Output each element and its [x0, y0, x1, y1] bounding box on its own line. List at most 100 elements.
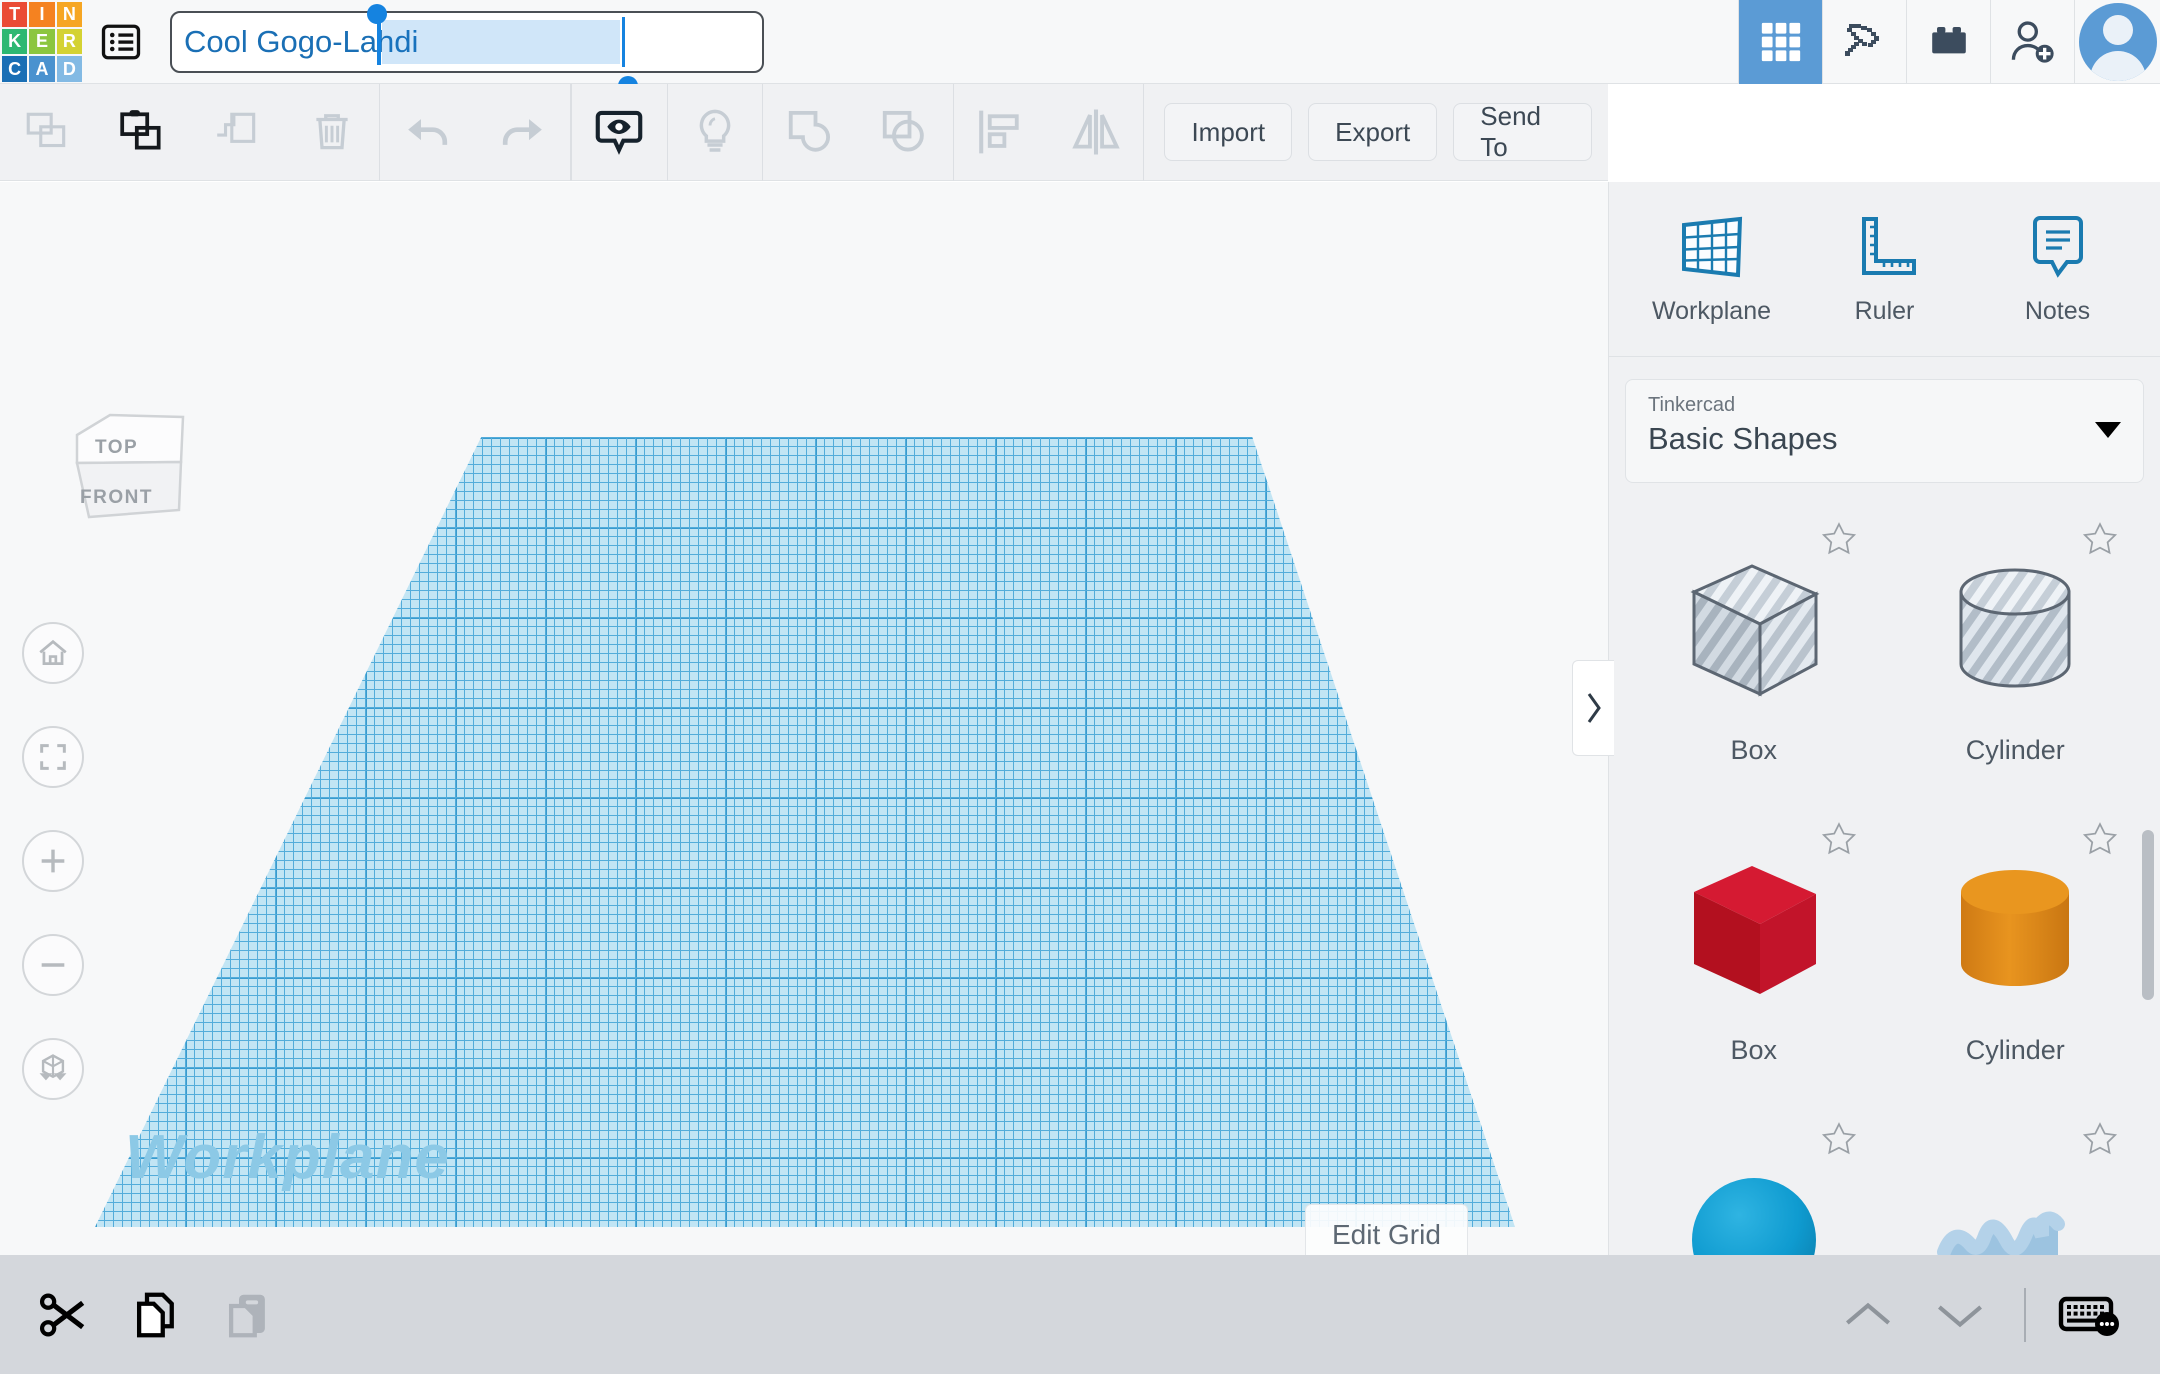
tinkercad-app: T I N K E R C A D Cool Gogo-Lahdi Import… — [0, 0, 2160, 1374]
toolbar-undo-button[interactable] — [380, 84, 475, 181]
logo-tile: C — [2, 56, 28, 82]
toolbar-highlight-button[interactable] — [668, 84, 763, 181]
favorite-star-icon[interactable] — [1819, 820, 1859, 858]
delete-icon — [316, 114, 348, 150]
notes-bubble-icon — [2032, 215, 2083, 278]
workplane-grid — [95, 437, 1515, 1227]
header-icon-invite[interactable] — [1990, 0, 2074, 84]
undo-icon — [407, 119, 447, 145]
bottom-paste-button[interactable] — [202, 1255, 294, 1374]
edit-grid-button[interactable]: Edit Grid — [1305, 1204, 1468, 1255]
toolbar-show-hide-button[interactable] — [572, 84, 667, 181]
shape-art-box-solid — [1669, 847, 1839, 1017]
chevron-up-icon — [1846, 1302, 1890, 1325]
bottom-prev-button[interactable] — [1822, 1255, 1914, 1374]
toolbar-ungroup-button[interactable] — [858, 84, 953, 181]
header-right-group — [1738, 0, 2160, 84]
shape-cylinder-hole[interactable]: Cylinder — [1885, 506, 2147, 806]
shapes-scroll-area[interactable]: Box Cylinder Box Cylinder — [1609, 500, 2160, 1255]
shape-box-red[interactable]: Box — [1623, 806, 1885, 1106]
workplane-tool[interactable]: Workplane — [1629, 213, 1794, 326]
toolbar-action-buttons: Import Export Send To — [1144, 101, 1608, 162]
add-person-icon — [2011, 20, 2054, 63]
shape-label: Box — [1730, 734, 1778, 765]
shape-scribble-blue[interactable] — [1885, 1106, 2147, 1255]
lightbulb-icon — [699, 109, 731, 152]
toolbar-paste-button[interactable] — [95, 84, 190, 181]
header-icon-blocks[interactable] — [1906, 0, 1990, 84]
list-menu-button[interactable] — [84, 0, 158, 84]
favorite-star-icon[interactable] — [2080, 1120, 2120, 1158]
bottom-cut-button[interactable] — [18, 1255, 110, 1374]
selection-handle-start[interactable] — [367, 3, 387, 24]
workplane-watermark: Workplane — [125, 1123, 450, 1192]
duplicate-icon — [217, 112, 256, 143]
design-title-input[interactable] — [170, 10, 764, 73]
bottom-next-button[interactable] — [1914, 1255, 2006, 1374]
workplane-tool-label: Workplane — [1651, 296, 1772, 325]
shape-art-cylinder-solid — [1930, 847, 2100, 1017]
paste-icon — [120, 110, 161, 150]
library-value: Basic Shapes — [1648, 421, 1838, 456]
projection-toggle-button[interactable] — [22, 1038, 84, 1100]
keyboard-button[interactable] — [2044, 1255, 2136, 1374]
workplane[interactable]: Workplane — [95, 437, 1515, 1227]
shape-library-select[interactable]: Tinkercad Basic Shapes — [1625, 379, 2144, 483]
lego-brick-icon — [1931, 26, 1966, 53]
favorite-star-icon[interactable] — [1819, 1120, 1859, 1158]
shape-cylinder-orange[interactable]: Cylinder — [1885, 806, 2147, 1106]
align-icon — [979, 110, 1019, 154]
shape-art-cylinder-striped — [1930, 547, 2100, 717]
text-caret — [622, 16, 625, 67]
main-toolbar: Import Export Send To — [0, 83, 1608, 181]
logo-tile: R — [56, 28, 82, 55]
list-menu-icon — [101, 24, 141, 59]
design-canvas[interactable]: TOP FRONT Workplane Edit Grid — [0, 182, 1608, 1255]
favorite-star-icon[interactable] — [2080, 820, 2120, 858]
shape-art-sphere-solid — [1669, 1162, 1839, 1255]
toolbar-delete-button[interactable] — [284, 84, 379, 181]
shape-label: Cylinder — [1965, 734, 2065, 765]
ruler-icon — [1861, 216, 1916, 275]
user-avatar — [2078, 2, 2157, 81]
favorite-star-icon[interactable] — [2080, 520, 2120, 558]
panel-scrollbar[interactable] — [2142, 830, 2154, 1000]
toolbar-align-button[interactable] — [954, 84, 1049, 181]
fit-view-button[interactable] — [22, 726, 84, 788]
notes-tool[interactable]: Notes — [1975, 213, 2140, 326]
fit-frame-icon — [40, 744, 66, 770]
tinkercad-logo[interactable]: T I N K E R C A D — [0, 0, 84, 84]
home-view-button[interactable] — [22, 622, 84, 684]
show-hide-eye-icon — [595, 110, 643, 155]
send-to-button[interactable]: Send To — [1453, 101, 1592, 162]
import-button[interactable]: Import — [1164, 103, 1293, 161]
logo-tile: N — [56, 1, 82, 27]
toolbar-mirror-button[interactable] — [1049, 84, 1144, 181]
design-title-wrapper — [170, 3, 764, 96]
logo-tile: I — [29, 1, 55, 27]
toolbar-redo-button[interactable] — [475, 84, 570, 181]
header-icon-3d-designs[interactable] — [1738, 0, 1822, 84]
favorite-star-icon[interactable] — [1819, 520, 1859, 558]
ruler-tool-label: Ruler — [1854, 296, 1915, 325]
home-icon — [39, 639, 67, 665]
chevron-right-icon — [1587, 693, 1601, 723]
toolbar-copy-button[interactable] — [0, 84, 95, 181]
toolbar-group-button[interactable] — [763, 84, 858, 181]
panel-collapse-handle[interactable] — [1572, 660, 1614, 756]
shape-sphere-blue[interactable] — [1623, 1106, 1885, 1255]
cut-scissors-icon — [39, 1293, 85, 1336]
account-button[interactable] — [2074, 0, 2160, 84]
shape-box-hole[interactable]: Box — [1623, 506, 1885, 806]
zoom-in-button[interactable] — [22, 830, 84, 892]
zoom-out-button[interactable] — [22, 934, 84, 996]
header-icon-minecraft[interactable] — [1822, 0, 1906, 84]
ruler-tool[interactable]: Ruler — [1802, 213, 1967, 326]
cube-arrow-icon — [39, 1054, 67, 1081]
minus-icon — [41, 963, 65, 967]
bottom-copy-button[interactable] — [110, 1255, 202, 1374]
logo-tile: E — [29, 28, 55, 55]
export-button[interactable]: Export — [1308, 103, 1438, 161]
plus-icon — [41, 849, 65, 873]
toolbar-duplicate-button[interactable] — [190, 84, 285, 181]
